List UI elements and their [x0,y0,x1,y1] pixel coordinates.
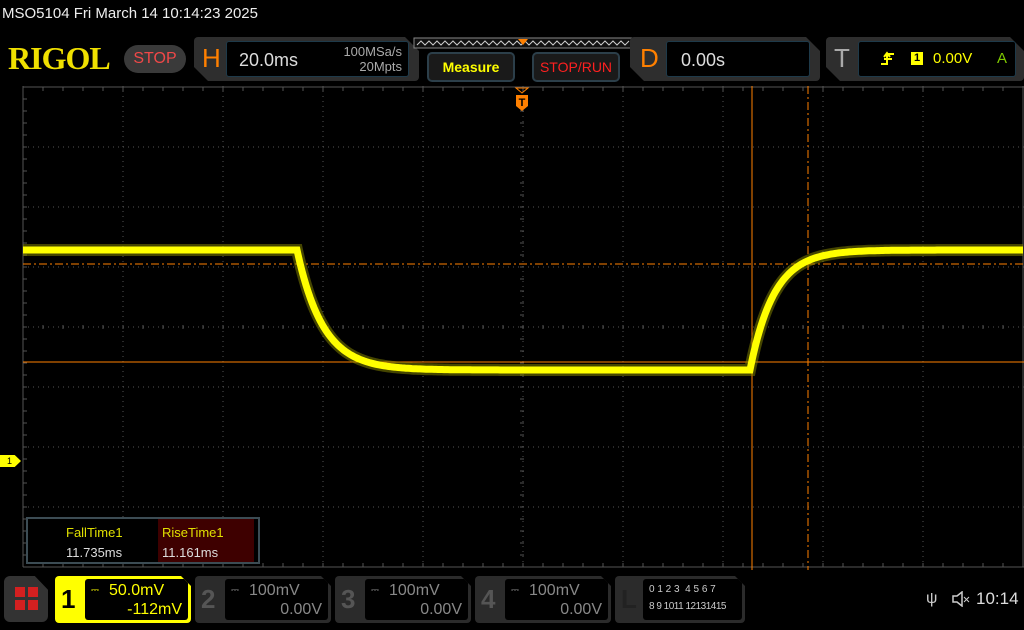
dc-coupling-icon: ⎓ [91,585,99,596]
trigger-position-marker: T [514,87,530,111]
rigol-logo: RIGOL [8,40,111,76]
waveform-display[interactable]: T [0,86,1024,570]
delay-panel[interactable]: D 0.00s [630,37,820,81]
measurement-falltime: FallTime1 11.735ms [28,519,158,562]
grid-menu-icon [15,587,38,610]
trigger-mode: A [996,50,1007,67]
svg-text:T: T [519,97,526,109]
channel-scale: 100mV [389,582,440,599]
channel-offset: 0.00V [420,601,462,618]
mute-icon[interactable] [951,591,971,607]
channel-1-panel[interactable]: 1 ⎓ 50.0mV -112mV [55,576,191,623]
channel-number: 2 [201,584,216,614]
menu-button[interactable] [4,576,48,622]
measure-button[interactable]: Measure [427,52,515,82]
dc-coupling-icon: ⎓ [511,585,519,596]
sample-rate: 100MSa/s [343,44,402,59]
measurement-name: RiseTime1 [162,525,224,540]
channel-2-panel[interactable]: 2 ⎓ 100mV 0.00V [195,576,331,623]
usb-icon: ψ [926,590,938,607]
run-state-badge[interactable]: STOP [124,45,186,73]
measurement-value: 11.735ms [66,545,123,560]
channel-offset: 0.00V [280,601,322,618]
channel-scale: 100mV [249,582,300,599]
measurement-panel: FallTime1 11.735ms RiseTime1 11.161ms [26,517,260,564]
timebase-value: 20.0ms [239,50,299,70]
measurement-value: 11.161ms [162,545,219,560]
memory-depth: 20Mpts [359,59,402,74]
window-title: MSO5104 Fri March 14 10:14:23 2025 [2,5,258,22]
trigger-source: 1 [911,52,923,65]
channel-number: 3 [341,584,356,614]
trigger-level: 0.00V [933,50,973,67]
trigger-panel[interactable]: T 1 0.00V A [826,37,1024,81]
channel-number: 1 [61,584,76,614]
logic-panel[interactable]: L 0 1 2 3 4 5 6 7 8 9 1011 12131415 [615,576,745,623]
clock: 10:14 [976,589,1019,608]
channel-offset: 0.00V [560,601,602,618]
stop-run-button[interactable]: STOP/RUN [532,52,620,82]
measurement-risetime: RiseTime1 11.161ms [158,519,254,562]
horizontal-label: H [202,43,221,73]
channel-scale: 100mV [529,582,580,599]
measurement-name: FallTime1 [66,525,123,540]
channel-3-panel[interactable]: 3 ⎓ 100mV 0.00V [335,576,471,623]
delay-value: 0.00s [681,50,726,70]
horizontal-panel[interactable]: H 20.0ms 100MSa/s 20Mpts [194,37,419,81]
waveform-position-bar[interactable] [413,37,635,51]
trigger-label: T [834,43,850,73]
channel-4-panel[interactable]: 4 ⎓ 100mV 0.00V [475,576,611,623]
channel-number: 4 [481,584,496,614]
logic-bits-row2: 8 9 1011 12131415 [649,601,726,612]
channel-offset: -112mV [127,601,182,618]
rising-edge-icon [881,51,895,67]
dc-coupling-icon: ⎓ [231,585,239,596]
delay-label: D [640,43,659,73]
dc-coupling-icon: ⎓ [371,585,379,596]
logic-label: L [621,584,637,614]
channel-scale: 50.0mV [109,582,165,599]
logic-bits-row1: 0 1 2 3 4 5 6 7 [649,584,716,595]
